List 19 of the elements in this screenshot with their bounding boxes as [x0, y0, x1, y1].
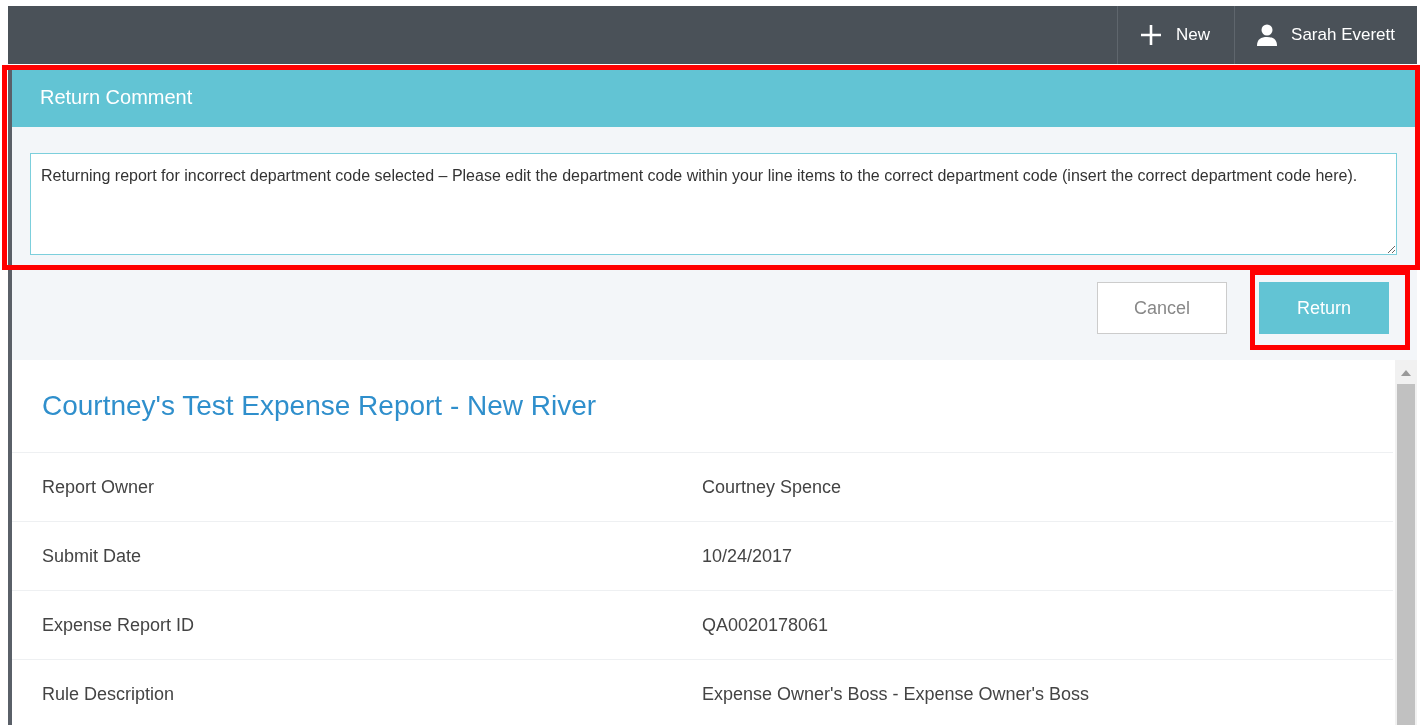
user-icon	[1257, 24, 1278, 46]
field-label: Report Owner	[42, 476, 156, 498]
field-value: Courtney Spence	[702, 476, 842, 498]
dialog-title: Return Comment	[40, 86, 193, 109]
plus-icon	[1140, 24, 1163, 46]
scrollbar-thumb[interactable]	[1397, 384, 1415, 725]
field-label: Expense Report ID	[42, 614, 196, 636]
comment-field[interactable]: Returning report for incorrect department code selected – Please edit the department code within your line items to the correct department code (insert the correct department code here).	[30, 153, 1397, 255]
scroll-up-icon	[1401, 370, 1411, 376]
field-value: Expense Owner's Boss - Expense Owner's Boss	[702, 683, 1090, 705]
scrollbar[interactable]	[1395, 360, 1417, 725]
field-value: QA0020178061	[702, 614, 829, 636]
field-value: 10/24/2017	[702, 545, 793, 567]
report-title: Courtney's Test Expense Report - New River	[12, 360, 1393, 453]
cancel-button[interactable]: Cancel	[1097, 282, 1227, 334]
field-label: Rule Description	[42, 683, 176, 705]
field-label: Submit Date	[42, 545, 143, 567]
new-button[interactable]: New	[1117, 6, 1235, 64]
user-menu-button[interactable]: Sarah Everett	[1234, 6, 1417, 64]
